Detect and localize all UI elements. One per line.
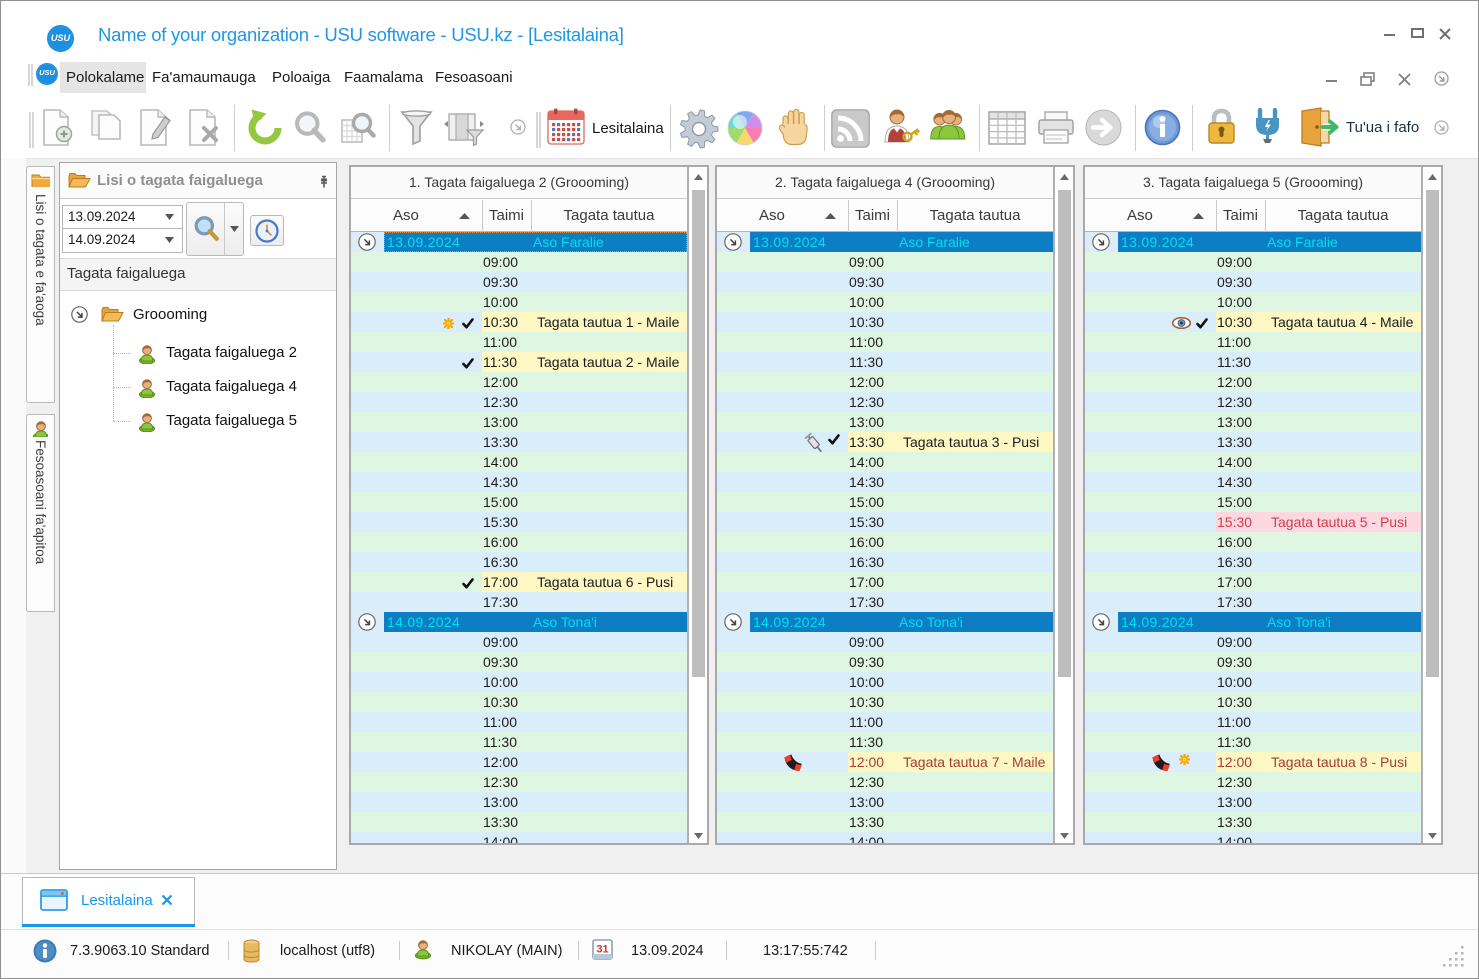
svg-text:31: 31 — [596, 944, 608, 956]
